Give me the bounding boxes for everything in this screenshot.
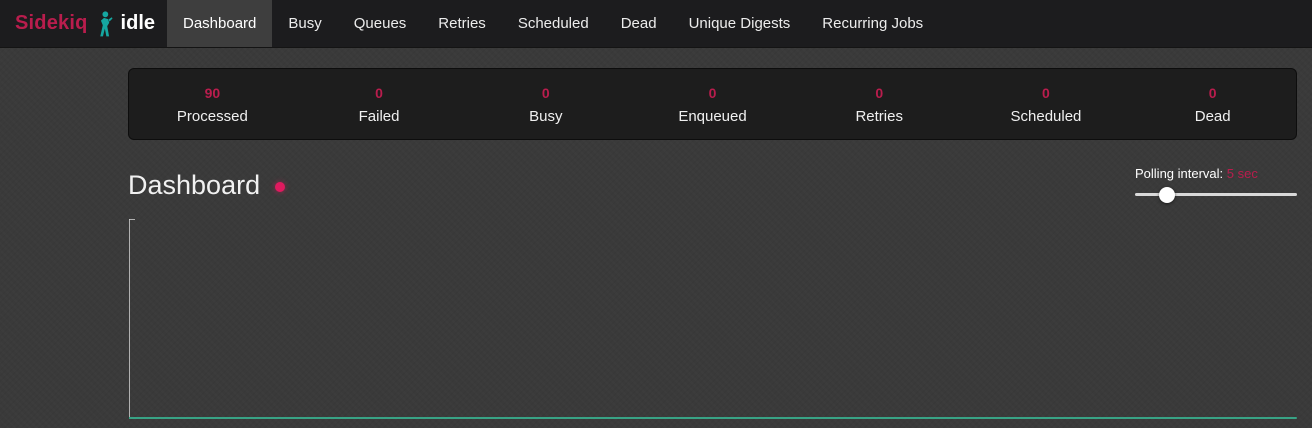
stat-dead: 0 Dead xyxy=(1129,83,1296,125)
stat-enqueued-label: Enqueued xyxy=(629,108,796,125)
stat-dead-label: Dead xyxy=(1129,108,1296,125)
sidekiq-brand-link[interactable]: Sidekiq idle xyxy=(0,0,167,47)
nav-tab-retries[interactable]: Retries xyxy=(422,0,502,47)
heading-row: Dashboard Polling interval: 5 sec xyxy=(128,160,1297,201)
nav-tab-dashboard[interactable]: Dashboard xyxy=(167,0,272,47)
nav-tabs: Dashboard Busy Queues Retries Scheduled … xyxy=(167,0,939,47)
stat-processed: 90 Processed xyxy=(129,83,296,125)
chart-y-axis xyxy=(129,219,130,419)
polling-slider-thumb[interactable] xyxy=(1159,187,1175,203)
stat-busy: 0 Busy xyxy=(462,83,629,125)
stat-processed-label: Processed xyxy=(129,108,296,125)
stat-processed-value: 90 xyxy=(129,85,296,101)
stat-retries-label: Retries xyxy=(796,108,963,125)
nav-tab-busy[interactable]: Busy xyxy=(272,0,337,47)
polling-interval-value: 5 sec xyxy=(1227,166,1258,181)
stat-scheduled-label: Scheduled xyxy=(963,108,1130,125)
page-content: 90 Processed 0 Failed 0 Busy 0 Enqueued … xyxy=(128,68,1297,426)
page-title: Dashboard xyxy=(128,170,285,201)
chart-y-axis-top-tick xyxy=(129,219,135,220)
nav-tab-recurring-jobs[interactable]: Recurring Jobs xyxy=(806,0,939,47)
stat-dead-value: 0 xyxy=(1129,85,1296,101)
stat-retries: 0 Retries xyxy=(796,83,963,125)
nav-tab-unique-digests[interactable]: Unique Digests xyxy=(673,0,807,47)
top-navbar: Sidekiq idle Dashboard Busy Queues Retri… xyxy=(0,0,1312,48)
sidekiq-figure-icon xyxy=(96,10,113,38)
stat-enqueued: 0 Enqueued xyxy=(629,83,796,125)
stat-busy-value: 0 xyxy=(462,85,629,101)
realtime-chart xyxy=(128,218,1297,426)
stat-failed: 0 Failed xyxy=(296,83,463,125)
nav-tab-queues[interactable]: Queues xyxy=(338,0,423,47)
stat-retries-value: 0 xyxy=(796,85,963,101)
polling-interval-label: Polling interval: 5 sec xyxy=(1135,166,1297,181)
stat-failed-label: Failed xyxy=(296,108,463,125)
stat-scheduled: 0 Scheduled xyxy=(963,83,1130,125)
polling-interval-slider[interactable] xyxy=(1135,193,1297,196)
stat-enqueued-value: 0 xyxy=(629,85,796,101)
redis-status-text: idle xyxy=(121,12,155,35)
stat-busy-label: Busy xyxy=(462,108,629,125)
live-beacon-icon xyxy=(275,182,285,192)
stat-scheduled-value: 0 xyxy=(963,85,1130,101)
nav-tab-dead[interactable]: Dead xyxy=(605,0,673,47)
nav-tab-scheduled[interactable]: Scheduled xyxy=(502,0,605,47)
page-title-text: Dashboard xyxy=(128,170,260,201)
stats-summary-bar: 90 Processed 0 Failed 0 Busy 0 Enqueued … xyxy=(128,68,1297,140)
chart-flat-zero-line xyxy=(129,417,1297,419)
polling-interval-widget: Polling interval: 5 sec xyxy=(1135,160,1297,196)
brand-name: Sidekiq xyxy=(15,12,88,35)
stat-failed-value: 0 xyxy=(296,85,463,101)
